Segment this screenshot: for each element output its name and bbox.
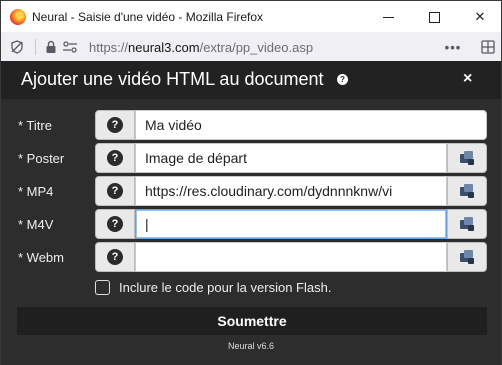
help-button-titre[interactable]: ?	[95, 110, 135, 140]
browse-button-webm[interactable]	[447, 242, 487, 272]
tracking-protection-icon[interactable]	[9, 39, 25, 55]
question-icon: ?	[107, 216, 123, 232]
browse-button-mp4[interactable]	[447, 176, 487, 206]
url-path: /extra/pp_video.asp	[199, 40, 314, 55]
mp4-input[interactable]: https://res.cloudinary.com/dydnnnknw/vi	[135, 176, 447, 206]
question-icon: ?	[107, 117, 123, 133]
video-file-icon	[460, 250, 474, 264]
extensions-icon[interactable]	[480, 39, 496, 55]
titre-input[interactable]: Ma vidéo	[135, 110, 487, 140]
help-button-m4v[interactable]: ?	[95, 209, 135, 239]
close-icon: ✕	[474, 9, 486, 24]
firefox-icon	[10, 9, 26, 25]
address-bar-separator	[35, 39, 36, 55]
url-domain: neural3.com	[128, 40, 200, 55]
help-button-poster[interactable]: ?	[95, 143, 135, 173]
address-bar[interactable]: https://neural3.com/extra/pp_video.asp •…	[0, 32, 502, 61]
version-footer: Neural v6.6	[227, 341, 275, 351]
field-label-mp4: * MP4	[18, 184, 54, 199]
field-row-titre: * Titre ? Ma vidéo	[1, 110, 501, 140]
field-label-titre: * Titre	[18, 118, 52, 133]
poster-input[interactable]: Image de départ	[135, 143, 447, 173]
field-label-m4v: * M4V	[18, 217, 54, 232]
minimize-icon	[382, 16, 394, 18]
lock-icon[interactable]	[43, 39, 59, 55]
field-label-webm: * Webm	[18, 250, 64, 265]
flash-checkbox[interactable]	[95, 280, 110, 295]
dialog-header: Ajouter une vidéo HTML au document ? ×	[1, 61, 501, 99]
field-row-mp4: * MP4 ? https://res.cloudinary.com/dydnn…	[1, 176, 501, 206]
close-window-button[interactable]: ✕	[457, 1, 502, 33]
question-icon: ?	[107, 249, 123, 265]
field-row-webm: * Webm ?	[1, 242, 501, 272]
minimize-button[interactable]	[365, 1, 411, 33]
url-prefix: https://	[89, 40, 129, 55]
video-file-icon	[460, 184, 474, 198]
question-icon: ?	[107, 183, 123, 199]
window-titlebar: Neural - Saisie d'une vidéo - Mozilla Fi…	[0, 0, 502, 32]
video-file-icon	[460, 217, 474, 231]
window-title: Neural - Saisie d'une vidéo - Mozilla Fi…	[32, 10, 264, 24]
dialog-title: Ajouter une vidéo HTML au document	[21, 69, 324, 89]
flash-checkbox-label[interactable]: Inclure le code pour la version Flash.	[119, 280, 331, 295]
submit-button[interactable]: Soumettre	[17, 307, 487, 335]
field-row-poster: * Poster ? Image de départ	[1, 143, 501, 173]
question-icon: ?	[107, 150, 123, 166]
help-button-mp4[interactable]: ?	[95, 176, 135, 206]
dialog-help-icon[interactable]: ?	[337, 74, 348, 85]
browse-button-m4v[interactable]	[447, 209, 487, 239]
help-button-webm[interactable]: ?	[95, 242, 135, 272]
page-actions-icon[interactable]: •••	[445, 39, 461, 55]
dialog-close-button[interactable]: ×	[463, 70, 472, 88]
url-text[interactable]: https://neural3.com/extra/pp_video.asp	[89, 40, 313, 55]
field-label-poster: * Poster	[18, 151, 65, 166]
webm-input[interactable]	[135, 242, 447, 272]
field-row-m4v: * M4V ? |	[1, 209, 501, 239]
m4v-input[interactable]: |	[135, 209, 447, 239]
video-file-icon	[460, 151, 474, 165]
maximize-button[interactable]	[411, 1, 457, 33]
maximize-icon	[428, 11, 440, 23]
permissions-icon[interactable]	[62, 39, 78, 55]
video-dialog: Ajouter une vidéo HTML au document ? × *…	[0, 61, 502, 365]
browse-button-poster[interactable]	[447, 143, 487, 173]
